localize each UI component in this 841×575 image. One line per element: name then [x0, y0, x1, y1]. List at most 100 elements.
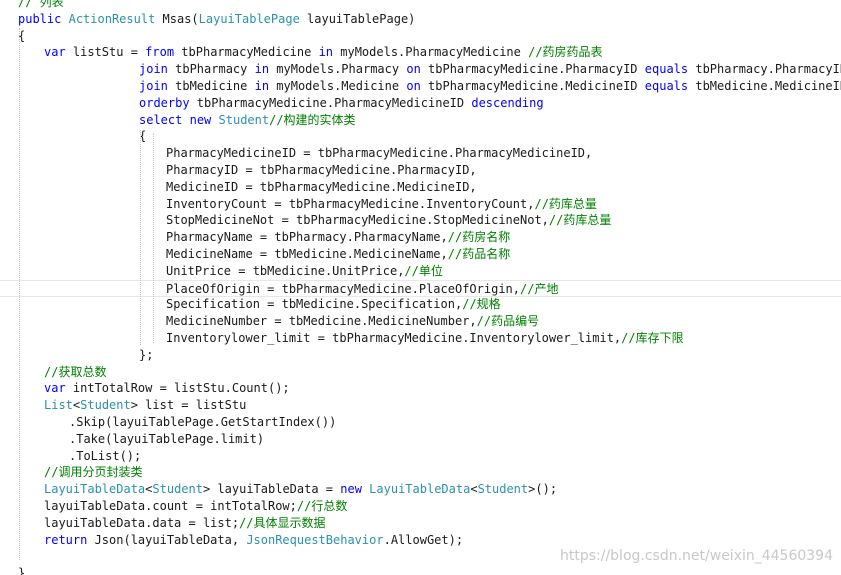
code-comment: //行总数 — [296, 499, 348, 513]
code-token: PharmacyID = tbPharmacyMedicine.Pharmacy… — [166, 163, 477, 177]
code-type: ActionResult — [68, 11, 156, 26]
code-keyword: join — [139, 62, 168, 77]
code-type: Student — [152, 482, 203, 497]
indent-guide — [153, 133, 154, 343]
code-type: JsonRequestBehavior — [246, 532, 384, 547]
code-line[interactable]: { — [0, 28, 841, 45]
code-line[interactable]: var listStu = from tbPharmacyMedicine in… — [0, 44, 841, 61]
code-type: Student — [218, 112, 270, 127]
code-line[interactable]: select new Student//构建的实体类 — [0, 112, 841, 129]
code-type: List — [44, 398, 73, 413]
code-line[interactable]: UnitPrice = tbMedicine.UnitPrice,//单位 — [0, 263, 841, 280]
code-line[interactable]: } — [0, 565, 841, 575]
code-line[interactable]: }; — [0, 347, 841, 364]
code-comment: //具体显示数据 — [239, 515, 326, 530]
code-keyword: join — [139, 79, 168, 93]
code-keyword: in — [318, 45, 334, 60]
code-line[interactable]: layuiTableData.count = intTotalRow;//行总数 — [0, 498, 841, 515]
code-token: .Take(layuiTablePage.limit) — [69, 431, 265, 446]
code-comment: //药库总量 — [548, 213, 612, 228]
code-line[interactable]: MedicineName = tbMedicine.MedicineName,/… — [0, 246, 841, 263]
code-keyword: equals — [644, 79, 689, 93]
code-line[interactable]: join tbMedicine in myModels.Medicine on … — [0, 78, 841, 95]
code-line[interactable]: //获取总数 — [0, 364, 841, 381]
code-token: < — [470, 482, 478, 497]
code-token: tbMedicine.MedicineID — [688, 79, 841, 93]
code-keyword: in — [254, 62, 270, 77]
code-token: MedicineName = tbMedicine.MedicineName, — [166, 247, 448, 261]
code-comment: //药品编号 — [476, 314, 540, 329]
code-token: PharmacyName = tbPharmacy.PharmacyName, — [166, 230, 448, 245]
code-token: intTotalRow = listStu.Count(); — [65, 381, 290, 396]
code-line[interactable]: PharmacyMedicineID = tbPharmacyMedicine.… — [0, 145, 841, 162]
code-keyword: var — [44, 45, 66, 60]
code-token: .AllowGet); — [383, 532, 464, 547]
code-line[interactable]: public ActionResult Msas(LayuiTablePage … — [0, 11, 841, 28]
code-token: PharmacyMedicineID = tbPharmacyMedicine.… — [166, 146, 593, 161]
code-line[interactable]: { — [0, 128, 841, 145]
code-token: Inventorylower_limit = tbPharmacyMedicin… — [166, 331, 622, 345]
code-editor[interactable]: // 列表 public ActionResult Msas(LayuiTable… — [0, 0, 841, 575]
watermark: https://blog.csdn.net/weixin_44560394 — [559, 548, 833, 564]
code-line[interactable]: .ToList(); — [0, 448, 841, 465]
code-comment: //药房药品表 — [528, 45, 603, 60]
code-comment: //产地 — [520, 281, 559, 296]
code-keyword: select — [139, 112, 183, 127]
code-line[interactable]: PharmacyName = tbPharmacy.PharmacyName,/… — [0, 229, 841, 246]
code-token: }; — [139, 347, 154, 362]
code-token: InventoryCount = tbPharmacyMedicine.Inve… — [166, 196, 535, 211]
code-token: UnitPrice = tbMedicine.UnitPrice, — [166, 263, 405, 278]
code-token: MedicineID = tbPharmacyMedicine.Medicine… — [166, 179, 477, 194]
code-line[interactable]: MedicineID = tbPharmacyMedicine.Medicine… — [0, 179, 841, 196]
code-line[interactable]: MedicineNumber = tbMedicine.MedicineNumb… — [0, 313, 841, 330]
code-line[interactable]: join tbPharmacy in myModels.Pharmacy on … — [0, 61, 841, 78]
code-keyword: in — [254, 79, 270, 93]
code-line[interactable]: Inventorylower_limit = tbPharmacyMedicin… — [0, 330, 841, 347]
code-token: layuiTableData.count = intTotalRow; — [44, 499, 297, 513]
code-token: MedicineNumber = tbMedicine.MedicineNumb… — [166, 314, 477, 329]
code-token: } — [18, 566, 26, 575]
code-comment: // 列表 — [18, 0, 64, 9]
code-keyword: return — [44, 532, 88, 547]
code-line[interactable]: .Skip(layuiTablePage.GetStartIndex()) — [0, 414, 841, 431]
code-token: tbPharmacyMedicine.PharmacyMedicineID — [189, 95, 472, 110]
code-token: layuiTableData.data = list; — [44, 515, 240, 530]
code-keyword: on — [406, 62, 421, 77]
code-line[interactable]: orderby tbPharmacyMedicine.PharmacyMedic… — [0, 95, 841, 112]
code-type: LayuiTableData — [44, 482, 146, 497]
code-token: .Skip(layuiTablePage.GetStartIndex()) — [69, 415, 337, 429]
code-comment: //构建的实体类 — [269, 112, 356, 127]
code-token: tbMedicine — [167, 79, 255, 93]
code-line[interactable]: LayuiTableData<Student> layuiTableData =… — [0, 481, 841, 498]
code-token: StopMedicineNot = tbPharmacyMedicine.Sto… — [166, 213, 549, 228]
code-keyword: orderby — [139, 95, 190, 110]
code-comment: //获取总数 — [44, 364, 107, 379]
code-keyword: new — [189, 112, 212, 127]
code-type: LayuiTablePage — [198, 11, 300, 26]
code-line[interactable]: List<Student> list = listStu — [0, 397, 841, 414]
code-type: Student — [80, 398, 131, 413]
code-token: Json(layuiTableData, — [87, 532, 247, 547]
code-line[interactable]: layuiTableData.data = list;//具体显示数据 — [0, 515, 841, 532]
code-line[interactable]: return Json(layuiTableData, JsonRequestB… — [0, 532, 841, 549]
code-line[interactable]: StopMedicineNot = tbPharmacyMedicine.Sto… — [0, 212, 841, 229]
code-line[interactable]: PlaceOfOrigin = tbPharmacyMedicine.Place… — [0, 279, 841, 297]
code-keyword: from — [145, 45, 175, 60]
code-token: > layuiTableData = — [202, 482, 341, 497]
code-line[interactable]: //调用分页封装类 — [0, 464, 841, 481]
code-token: Msas( — [155, 11, 199, 26]
code-comment: //库存下限 — [621, 331, 684, 345]
code-token: > list = listStu — [130, 398, 247, 413]
code-keyword: public — [18, 11, 62, 26]
code-type: Student — [477, 482, 529, 497]
code-line[interactable]: Specification = tbMedicine.Specification… — [0, 296, 841, 313]
code-keyword: on — [406, 79, 421, 93]
code-line[interactable]: .Take(layuiTablePage.limit) — [0, 431, 841, 448]
code-line[interactable]: // 列表 — [0, 0, 841, 11]
code-type: LayuiTableData — [369, 482, 471, 497]
code-line[interactable]: var intTotalRow = listStu.Count(); — [0, 380, 841, 397]
code-line[interactable]: PharmacyID = tbPharmacyMedicine.Pharmacy… — [0, 162, 841, 179]
code-token: tbPharmacyMedicine — [174, 45, 319, 60]
code-token: tbPharmacy.PharmacyID — [688, 62, 841, 77]
code-line[interactable]: InventoryCount = tbPharmacyMedicine.Inve… — [0, 196, 841, 213]
